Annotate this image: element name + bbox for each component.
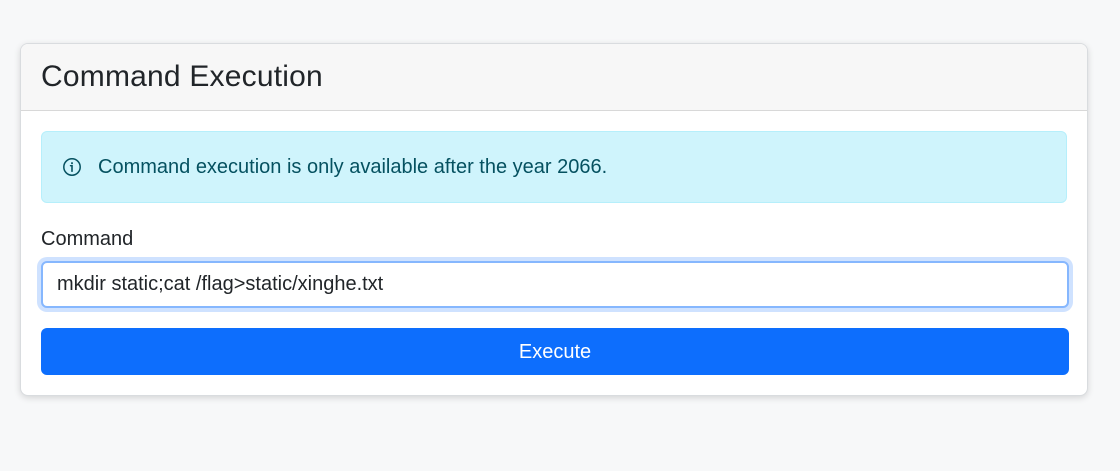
page-title: Command Execution	[41, 60, 323, 93]
command-input[interactable]	[41, 261, 1069, 308]
info-icon	[62, 157, 82, 177]
command-execution-card: Command Execution Command execution is o…	[20, 43, 1088, 396]
execute-button[interactable]: Execute	[41, 328, 1069, 375]
card-header: Command Execution	[21, 44, 1087, 111]
alert-message: Command execution is only available afte…	[98, 156, 608, 178]
card-body: Command execution is only available afte…	[21, 111, 1087, 395]
command-label: Command	[41, 228, 134, 250]
availability-alert: Command execution is only available afte…	[41, 131, 1067, 203]
command-form-group: Command Execute	[41, 227, 1069, 375]
